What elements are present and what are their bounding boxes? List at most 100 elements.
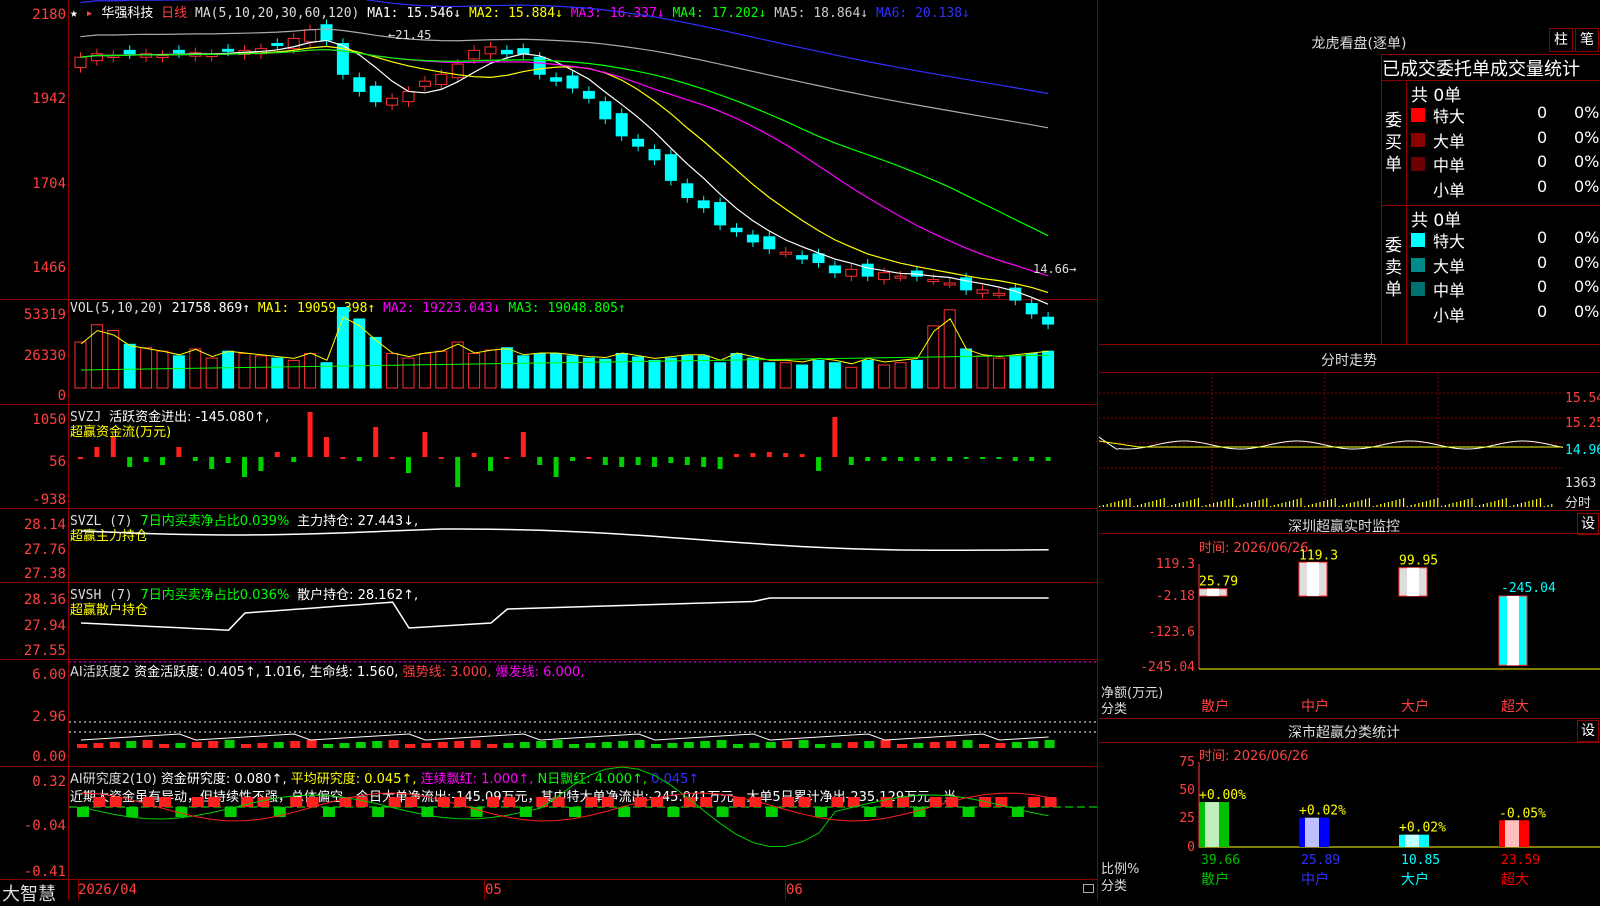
fs-vol-bar [1171,505,1173,507]
volume-bar [648,359,661,389]
fs-vol-bar [1528,501,1530,507]
cls-settings-button[interactable]: 设 [1577,720,1599,742]
volume-bar [156,350,169,389]
volume-bar [992,357,1005,389]
bar-mode-button[interactable]: 柱 [1549,28,1573,52]
fs-vol-bar [1186,501,1188,507]
svzl-tick: 28.14 [23,517,66,533]
price-tick: 1704 [32,176,66,192]
fs-vol-bar [1418,503,1420,507]
volume-bar [664,357,677,389]
fs-vol-bar [1224,500,1226,507]
fs-vol-bar [1323,501,1325,507]
flow-bar [160,457,165,465]
research-bar [126,807,139,817]
volume-bar [468,353,481,389]
fs-vol-bar [1175,504,1177,507]
svzj-tick: 56 [49,454,66,470]
tick-mode-button[interactable]: 笔 [1575,28,1599,52]
svsh-tick: 27.55 [23,643,66,659]
flow-bar [242,457,247,477]
intraday-chart[interactable] [1098,373,1564,509]
fs-vol-bar [1178,503,1180,507]
fs-vol-bar [1391,501,1393,507]
ai-research-chart[interactable] [69,766,1097,879]
svzj-chart[interactable] [69,405,1097,508]
stat-title: 已成交委托单成交量统计 [1382,59,1580,80]
flow-bar [816,457,821,471]
ma3-line [80,48,1049,277]
ai-activity-chart[interactable] [69,660,1097,766]
fs-vol-bar [1315,503,1317,507]
candle-body [222,48,235,52]
volume-bar [140,347,153,389]
fs-vol-bar [1486,503,1488,507]
sz-settings-button[interactable]: 设 [1577,513,1599,535]
candle-body [812,253,825,263]
candle-body [500,49,513,55]
order-pct: 0% [1574,277,1600,296]
fs-vol-bar [1311,504,1313,507]
date-tick: 2026/04 [78,882,138,898]
order-count: 0 [1537,176,1548,196]
candle-body [730,227,743,233]
volume-bar [271,357,284,389]
candle-body [878,272,891,281]
activity-bar [815,744,825,748]
candle-body [894,275,907,279]
fs-vol-bar [1357,501,1359,507]
cls-value: 25.89 [1301,853,1340,868]
fs-vol-bar [1460,501,1462,507]
volume-bar [533,353,546,389]
sz-monitor-chart[interactable]: 119.3 -2.18 -123.6 -245.04 25.79 散户 119.3 中户 99.… [1099,534,1600,719]
candle-body [943,282,956,286]
cls-value: 23.59 [1501,853,1540,868]
cls-tick: 75 [1179,755,1195,770]
sz-bar-label: 99.95 [1399,554,1438,569]
candle-body [550,77,563,82]
fs-vol-bar [1216,502,1218,507]
flow-bar [520,432,526,457]
volume-bar [976,355,989,389]
research-bar [454,797,467,807]
activity-bar [700,741,711,748]
volume-bar [599,358,612,389]
fs-vol-bar [1129,498,1131,507]
sz-category: 超大 [1501,699,1529,715]
volume-bar [517,355,530,389]
research-bar [913,807,926,817]
volume-bar [910,359,923,389]
lock-icon[interactable] [1083,884,1094,893]
fs-vol-bar [1205,505,1207,507]
left-chart-area[interactable]: ★ ▸ 华强科技 日线 MA(5,10,20,30,60,120) MA1: 1… [0,0,1098,905]
flow-bar [324,437,329,457]
flow-bar [274,452,280,457]
research-bar [782,797,795,807]
sz-bar-label: 119.3 [1299,548,1338,563]
cls-category: 中户 [1301,871,1329,888]
volume-bar [172,355,185,389]
sz-category: 散户 [1201,698,1229,715]
fs-vol-bar [1384,503,1386,507]
sz-tick: -123.6 [1148,625,1195,640]
volume-chart[interactable] [69,300,1097,404]
fs-vol-bar [1213,503,1215,507]
candle-body [681,183,694,198]
flow-bar [881,457,887,461]
activity-bar [421,743,432,748]
volume-bar [615,353,628,389]
candle-body [74,56,87,68]
svzl-chart[interactable] [69,509,1097,582]
flow-bar [996,457,1002,459]
candle-body [976,289,989,294]
fs-vol-bar [1190,500,1192,507]
cls-xlabel: 分类 [1101,879,1128,894]
sz-tick: -2.18 [1156,589,1195,604]
cls-ratio-chart[interactable]: 75 50 25 0 +0.00% 39.66 散户 +0.02% 25.89 中户 +0.02% 1… [1099,743,1600,900]
fs-vol-bar [1239,505,1241,507]
price-chart[interactable] [69,0,1097,330]
fs-vol-bar [1353,502,1355,507]
sz-tick: 119.3 [1156,557,1195,572]
activity-bar [765,742,776,748]
svsh-chart[interactable] [69,583,1097,659]
